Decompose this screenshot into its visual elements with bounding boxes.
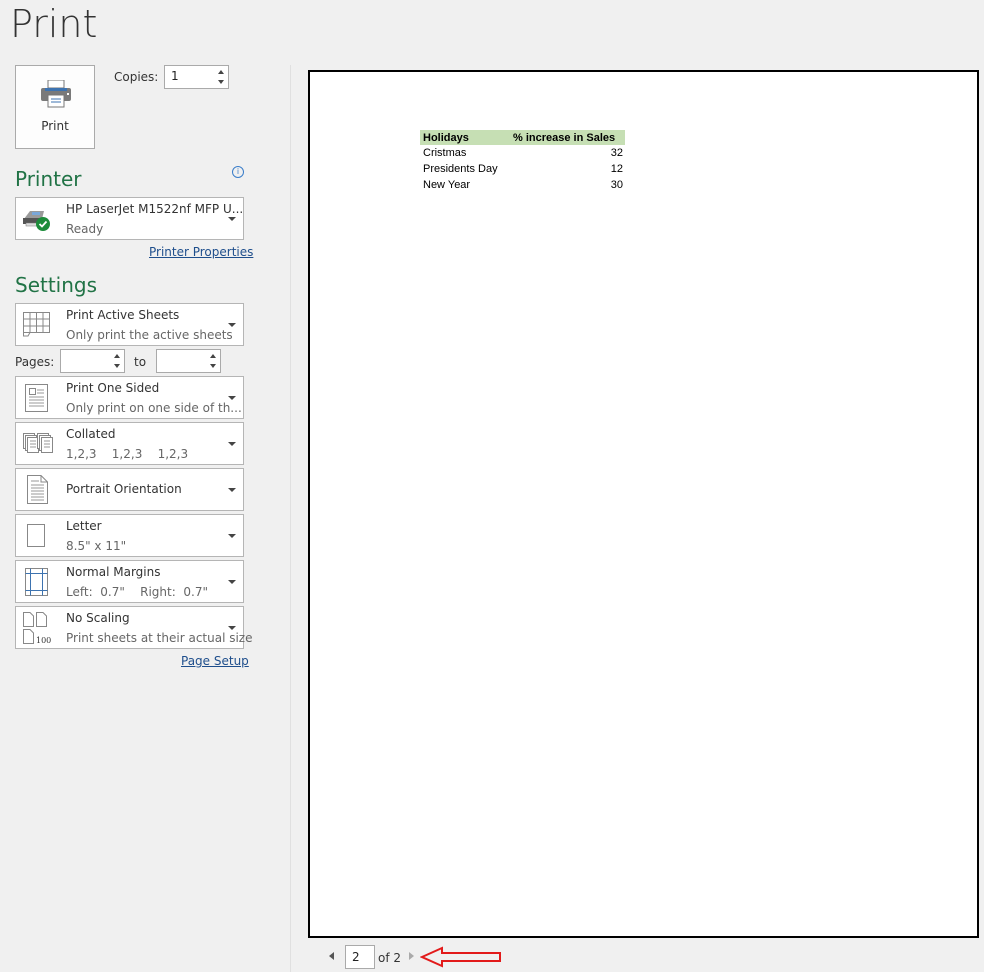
print-what-subtitle: Only print the active sheets <box>66 328 233 342</box>
scaling-icon: 100 <box>23 612 51 645</box>
pages-to-label: to <box>134 355 147 369</box>
printer-properties-link[interactable]: Printer Properties <box>149 245 253 259</box>
orientation-dropdown[interactable]: Portrait Orientation <box>15 468 244 511</box>
cell-holiday: Presidents Day <box>423 163 498 175</box>
spin-up-icon[interactable] <box>114 354 120 358</box>
chevron-down-icon <box>228 488 236 492</box>
margins-subtitle: Left: 0.7" Right: 0.7" <box>66 585 208 599</box>
printer-name: HP LaserJet M1522nf MFP U... <box>66 202 244 216</box>
margins-dropdown[interactable]: Normal Margins Left: 0.7" Right: 0.7" <box>15 560 244 603</box>
chevron-down-icon <box>228 217 236 221</box>
spin-up-icon[interactable] <box>210 354 216 358</box>
collation-title: Collated <box>66 427 116 441</box>
print-button[interactable]: Print <box>15 65 95 149</box>
pages-label: Pages: <box>15 355 55 369</box>
paper-size-subtitle: 8.5" x 11" <box>66 539 127 553</box>
chevron-down-icon <box>228 580 236 584</box>
copies-spinner[interactable]: 1 <box>164 65 229 89</box>
table-row: New Year 30 <box>420 177 625 193</box>
cell-sales: 12 <box>610 163 623 175</box>
sides-subtitle: Only print on one side of th... <box>66 401 242 415</box>
spin-down-icon[interactable] <box>218 80 224 84</box>
scaling-dropdown[interactable]: 100 No Scaling Print sheets at their act… <box>15 606 253 649</box>
page-setup-link[interactable]: Page Setup <box>181 654 249 668</box>
settings-heading: Settings <box>15 273 98 297</box>
panel-divider <box>290 65 291 972</box>
spin-down-icon[interactable] <box>114 364 120 368</box>
column-header-holidays: Holidays <box>420 130 507 145</box>
print-button-label: Print <box>41 119 69 133</box>
chevron-down-icon <box>228 534 236 538</box>
info-icon[interactable]: i <box>232 166 244 178</box>
scaling-subtitle: Print sheets at their actual size <box>66 631 253 645</box>
cell-sales: 30 <box>610 179 623 191</box>
pages-to-input[interactable] <box>156 349 221 373</box>
previous-page-icon[interactable] <box>329 952 334 960</box>
collated-icon <box>23 433 53 453</box>
cell-holiday: New Year <box>423 179 471 191</box>
chevron-down-icon <box>228 442 236 446</box>
paper-size-dropdown[interactable]: Letter 8.5" x 11" <box>15 514 244 557</box>
collation-dropdown[interactable]: Collated 1,2,3 1,2,3 1,2,3 <box>15 422 244 465</box>
collation-subtitle: 1,2,3 1,2,3 1,2,3 <box>66 447 189 461</box>
print-what-title: Print Active Sheets <box>66 308 180 322</box>
sides-dropdown[interactable]: Print One Sided Only print on one side o… <box>15 376 244 419</box>
red-arrow-annotation-icon <box>420 946 501 968</box>
orientation-title: Portrait Orientation <box>66 482 182 496</box>
page-count-label: of 2 <box>378 951 402 965</box>
margins-title: Normal Margins <box>66 565 161 579</box>
printer-heading: Printer <box>15 167 82 191</box>
copies-label: Copies: <box>114 70 159 84</box>
printer-status: Ready <box>66 222 104 236</box>
sheet-grid-icon <box>23 312 50 337</box>
sides-title: Print One Sided <box>66 381 160 395</box>
spin-up-icon[interactable] <box>218 70 224 74</box>
table-header-row: Holidays % increase in Sales <box>420 130 625 145</box>
table-row: Presidents Day 12 <box>420 161 625 177</box>
cell-holiday: Cristmas <box>423 147 467 159</box>
page-number-input[interactable]: 2 <box>345 945 375 969</box>
margins-icon <box>25 568 48 596</box>
cell-sales: 32 <box>610 147 623 159</box>
printer-icon <box>41 80 71 108</box>
svg-text:100: 100 <box>36 636 51 645</box>
column-header-sales: % increase in Sales <box>507 130 625 145</box>
scaling-title: No Scaling <box>66 611 130 625</box>
chevron-down-icon <box>228 396 236 400</box>
spin-down-icon[interactable] <box>210 364 216 368</box>
printer-ready-icon <box>23 211 50 231</box>
printer-dropdown[interactable]: HP LaserJet M1522nf MFP U... Ready <box>15 197 244 240</box>
portrait-page-icon <box>27 475 48 504</box>
one-sided-page-icon <box>25 384 48 412</box>
table-row: Cristmas 32 <box>420 145 625 161</box>
paper-size-title: Letter <box>66 519 102 533</box>
page-title: Print <box>10 2 98 46</box>
paper-size-icon <box>27 524 45 547</box>
preview-table: Holidays % increase in Sales Cristmas 32… <box>420 130 625 193</box>
pages-from-input[interactable] <box>60 349 125 373</box>
print-what-dropdown[interactable]: Print Active Sheets Only print the activ… <box>15 303 244 346</box>
chevron-down-icon <box>228 626 236 630</box>
next-page-icon[interactable] <box>409 952 414 960</box>
print-preview-page: Holidays % increase in Sales Cristmas 32… <box>308 70 979 938</box>
copies-value: 1 <box>171 69 179 83</box>
chevron-down-icon <box>228 323 236 327</box>
